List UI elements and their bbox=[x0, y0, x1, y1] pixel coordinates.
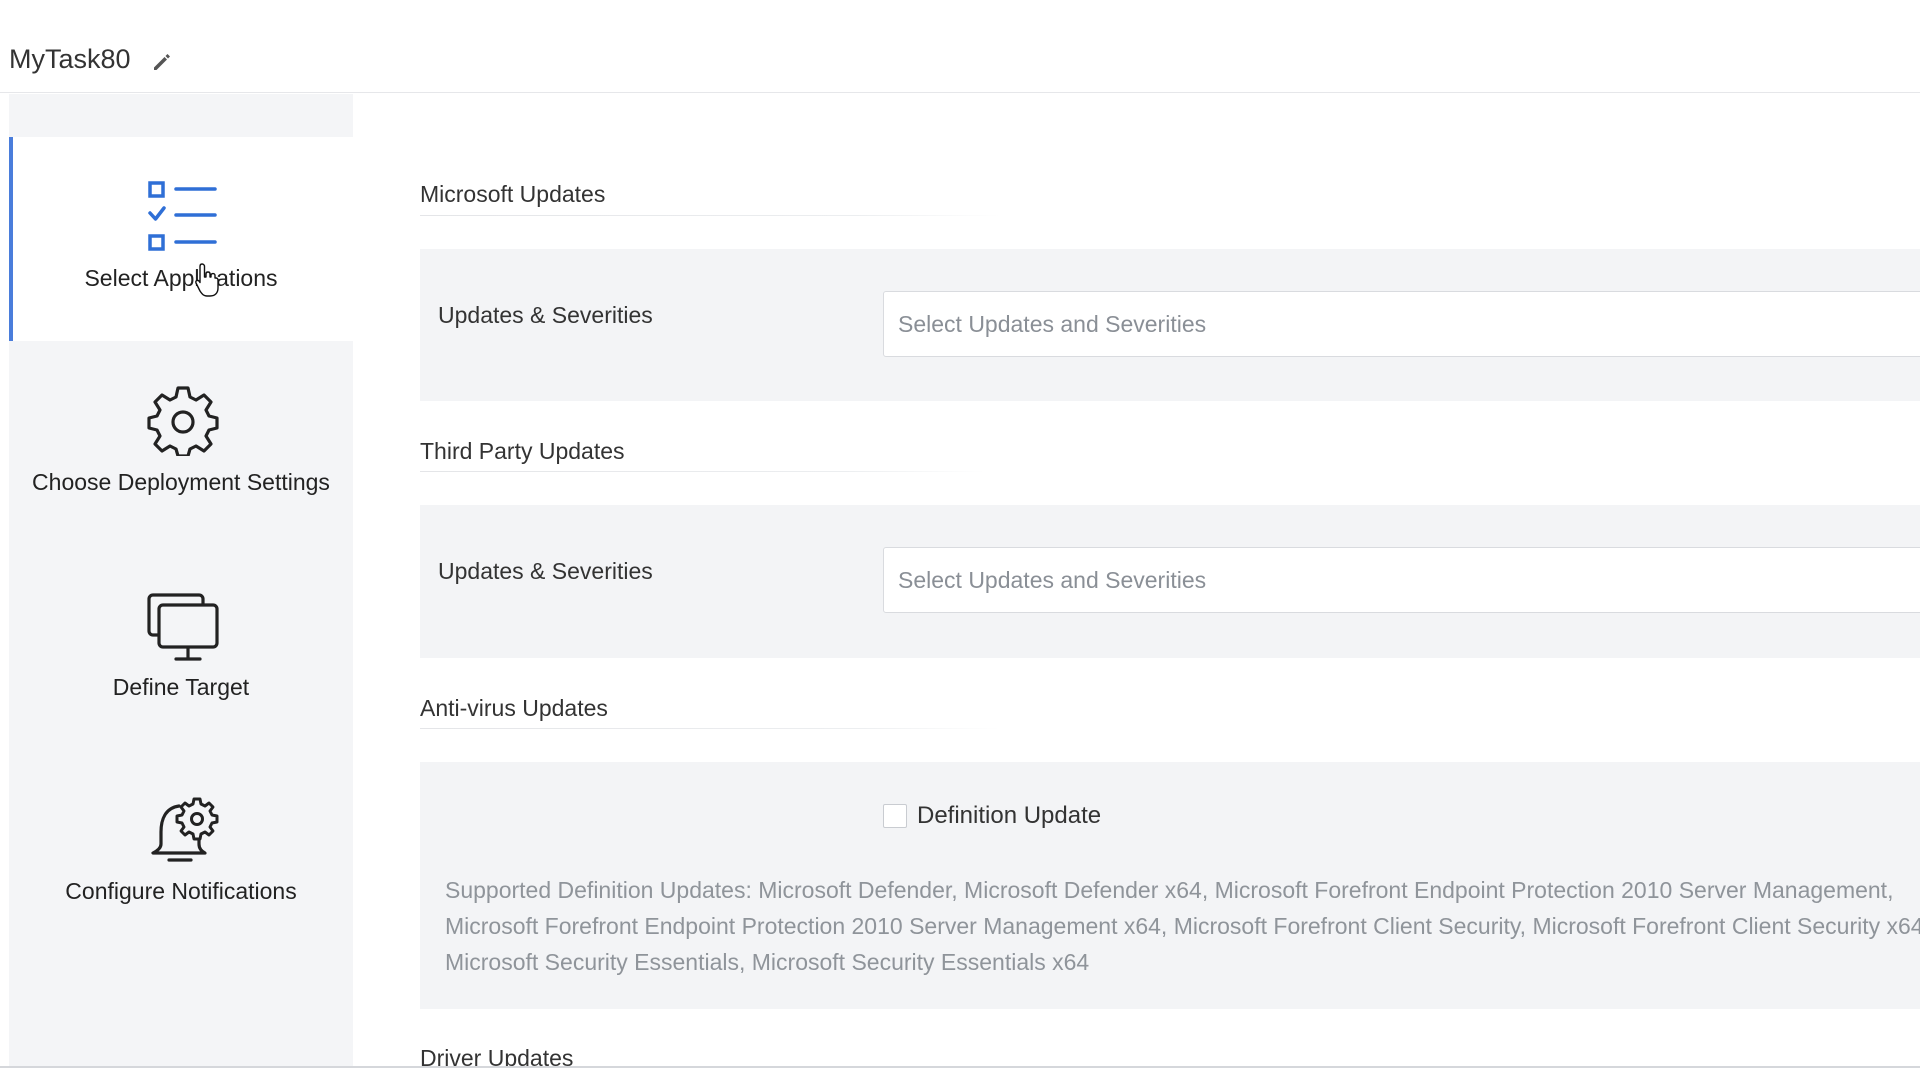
definition-update-checkbox[interactable] bbox=[883, 804, 907, 828]
section-divider bbox=[420, 215, 1000, 216]
main-content: Microsoft Updates Updates & Severities S… bbox=[420, 94, 1920, 1068]
section-title-microsoft-updates: Microsoft Updates bbox=[420, 181, 606, 207]
step-label: Configure Notifications bbox=[65, 878, 297, 904]
antivirus-updates-panel: Definition Update Supported Definition U… bbox=[420, 762, 1920, 1009]
gear-icon bbox=[147, 386, 219, 456]
microsoft-updates-panel: Updates & Severities Select Updates and … bbox=[420, 249, 1920, 401]
section-title-antivirus-updates: Anti-virus Updates bbox=[420, 695, 608, 721]
section-title-third-party-updates: Third Party Updates bbox=[420, 438, 625, 464]
third-party-updates-select[interactable]: Select Updates and Severities bbox=[883, 547, 1920, 613]
step-label: Define Target bbox=[112, 674, 250, 700]
definition-update-label[interactable]: Definition Update bbox=[917, 802, 1101, 830]
supported-definitions-note: Supported Definition Updates: Microsoft … bbox=[445, 877, 1920, 975]
pencil-icon[interactable] bbox=[150, 50, 174, 74]
step-label: Choose Deployment Settings bbox=[32, 469, 330, 495]
section-divider bbox=[420, 728, 1000, 729]
field-label-updates-severities: Updates & Severities bbox=[438, 558, 653, 584]
section-title-driver-updates: Driver Updates bbox=[420, 1045, 574, 1068]
step-deployment-settings[interactable]: Choose Deployment Settings bbox=[9, 341, 353, 545]
step-label: Select Applications bbox=[84, 265, 278, 291]
field-label-updates-severities: Updates & Severities bbox=[438, 302, 653, 328]
task-title: MyTask80 bbox=[9, 44, 131, 74]
task-header: MyTask80 bbox=[0, 0, 1920, 93]
step-define-target[interactable]: Define Target bbox=[9, 545, 353, 749]
step-select-applications[interactable]: Select Applications bbox=[9, 137, 353, 341]
third-party-updates-panel: Updates & Severities Select Updates and … bbox=[420, 505, 1920, 658]
checklist-icon bbox=[148, 181, 217, 251]
step-configure-notifications[interactable]: Configure Notifications bbox=[9, 749, 353, 953]
select-placeholder: Select Updates and Severities bbox=[898, 567, 1207, 593]
bell-gear-icon bbox=[151, 797, 219, 862]
microsoft-updates-select[interactable]: Select Updates and Severities bbox=[883, 291, 1920, 357]
section-divider bbox=[420, 471, 985, 472]
monitor-icon bbox=[147, 593, 219, 661]
select-placeholder: Select Updates and Severities bbox=[898, 311, 1207, 337]
wizard-sidebar: Select Applications Choose Deployment Se… bbox=[9, 94, 353, 1068]
hand-cursor-icon bbox=[195, 263, 219, 297]
